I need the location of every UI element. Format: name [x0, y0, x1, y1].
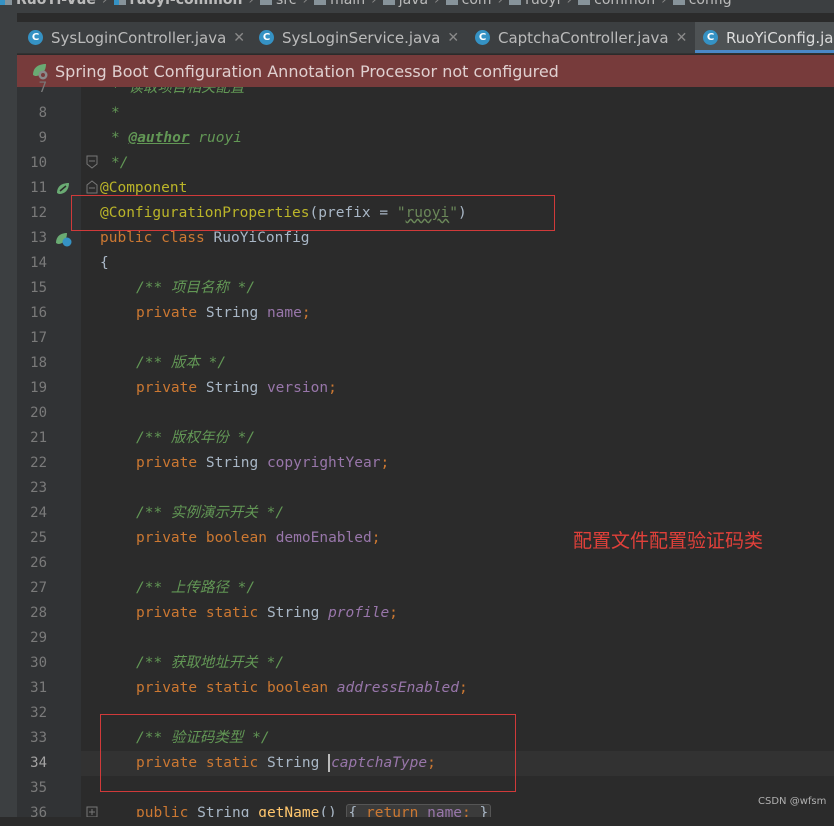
- line-number: 10: [30, 155, 47, 171]
- breadcrumb-item-common[interactable]: common: [578, 0, 655, 8]
- line-number: 13: [30, 230, 47, 246]
- line-number: 18: [30, 355, 47, 371]
- line-number: 23: [30, 480, 47, 496]
- code-line-7: * 读取项目相关配置: [111, 87, 245, 96]
- tab-ruoyiconfig[interactable]: C RuoYiConfig.java: [695, 22, 834, 53]
- warning-banner: Spring Boot Configuration Annotation Pro…: [17, 55, 834, 87]
- breadcrumb-item-module[interactable]: ruoyi-common: [113, 0, 242, 8]
- code-line-24: /** 实例演示开关 */: [136, 505, 285, 521]
- folder-icon: [314, 0, 327, 6]
- line-number: 25: [30, 530, 47, 546]
- tab-sysloginservice[interactable]: C SysLoginService.java ✕: [259, 22, 459, 53]
- java-class-icon: C: [475, 30, 490, 45]
- project-folder-icon: [0, 0, 12, 6]
- line-number: 35: [30, 780, 47, 796]
- breadcrumb-item-src[interactable]: src: [260, 0, 296, 8]
- code-line-22: private String copyrightYear;: [136, 455, 390, 471]
- line-number: 11: [30, 180, 47, 196]
- watermark: CSDN @wfsm: [758, 796, 827, 807]
- code-line-21: /** 版权年份 */: [136, 430, 256, 446]
- tab-syslogincontroller[interactable]: C SysLoginController.java ✕: [28, 22, 245, 53]
- line-number: 30: [30, 655, 47, 671]
- breadcrumb: RuoYi-Vue › ruoyi-common › src › main › …: [0, 0, 834, 13]
- line-number: 17: [30, 330, 47, 346]
- code-line-19: private String version;: [136, 380, 337, 396]
- line-number: 16: [30, 305, 47, 321]
- line-number: 8: [38, 105, 47, 121]
- folder-icon: [260, 0, 273, 6]
- code-line-8: *: [111, 105, 120, 121]
- line-number: 19: [30, 380, 47, 396]
- line-number-current: 34: [30, 755, 47, 771]
- close-icon[interactable]: ✕: [233, 30, 245, 46]
- line-number: 28: [30, 605, 47, 621]
- code-line-18: /** 版本 */: [136, 355, 227, 371]
- folder-icon: [578, 0, 591, 6]
- close-icon[interactable]: ✕: [447, 30, 459, 46]
- line-number: 22: [30, 455, 47, 471]
- line-number: 24: [30, 505, 47, 521]
- highlight-box-configuration-properties: [71, 195, 555, 231]
- highlight-box-captcha-type: [100, 714, 516, 792]
- warning-text: Spring Boot Configuration Annotation Pro…: [55, 61, 559, 81]
- editor-tab-bar: C SysLoginController.java ✕ C SysLoginSe…: [17, 22, 834, 54]
- module-folder-icon: [113, 0, 126, 6]
- line-number: 21: [30, 430, 47, 446]
- code-line-31: private static boolean addressEnabled;: [136, 680, 468, 696]
- breadcrumb-item-config[interactable]: config: [672, 0, 732, 8]
- line-number: 9: [38, 130, 47, 146]
- folded-code-region[interactable]: { return name; }: [345, 804, 492, 817]
- folder-icon: [509, 0, 522, 6]
- line-number: 32: [30, 705, 47, 721]
- line-number: 14: [30, 255, 47, 271]
- tab-captchacontroller[interactable]: C CaptchaController.java ✕: [475, 22, 687, 53]
- code-line-25: private boolean demoEnabled;: [136, 530, 381, 546]
- code-line-30: /** 获取地址开关 */: [136, 655, 285, 671]
- close-icon[interactable]: ✕: [676, 30, 688, 46]
- folder-icon: [382, 0, 395, 6]
- code-line-10: */: [111, 155, 129, 171]
- line-number: 36: [30, 805, 47, 821]
- code-line-15: /** 项目名称 */: [136, 280, 256, 296]
- line-number: 31: [30, 680, 47, 696]
- code-line-36: public String getName() { return name; }: [100, 801, 492, 817]
- code-line-27: /** 上传路径 */: [136, 580, 256, 596]
- line-number: 12: [30, 205, 47, 221]
- line-number: 27: [30, 580, 47, 596]
- line-number: 29: [30, 630, 47, 646]
- code-line-28: private static String profile;: [136, 605, 398, 621]
- breadcrumb-item-com[interactable]: com: [445, 0, 492, 8]
- code-line-14: {: [100, 255, 109, 271]
- folder-icon: [672, 0, 685, 6]
- java-class-icon: C: [28, 30, 43, 45]
- annotation-note: 配置文件配置验证码类: [573, 530, 764, 552]
- breadcrumb-item-java[interactable]: java: [382, 0, 428, 8]
- spring-bean-icon[interactable]: [55, 181, 71, 197]
- line-number: 33: [30, 730, 47, 746]
- line-number: 7: [38, 80, 47, 96]
- line-number: 15: [30, 280, 47, 296]
- line-number: 26: [30, 555, 47, 571]
- code-line-16: private String name;: [136, 305, 311, 321]
- line-number: 20: [30, 405, 47, 421]
- breadcrumb-item-main[interactable]: main: [314, 0, 365, 8]
- breadcrumb-item-ruoyi[interactable]: ruoyi: [509, 0, 561, 8]
- spring-config-icon[interactable]: [55, 231, 73, 247]
- java-class-icon: C: [259, 30, 274, 45]
- tool-window-strip: [0, 13, 17, 817]
- folder-icon: [445, 0, 458, 6]
- java-class-icon: C: [703, 30, 718, 45]
- breadcrumb-item-project[interactable]: RuoYi-Vue: [0, 0, 96, 8]
- code-line-9: * @author ruoyi: [111, 130, 242, 146]
